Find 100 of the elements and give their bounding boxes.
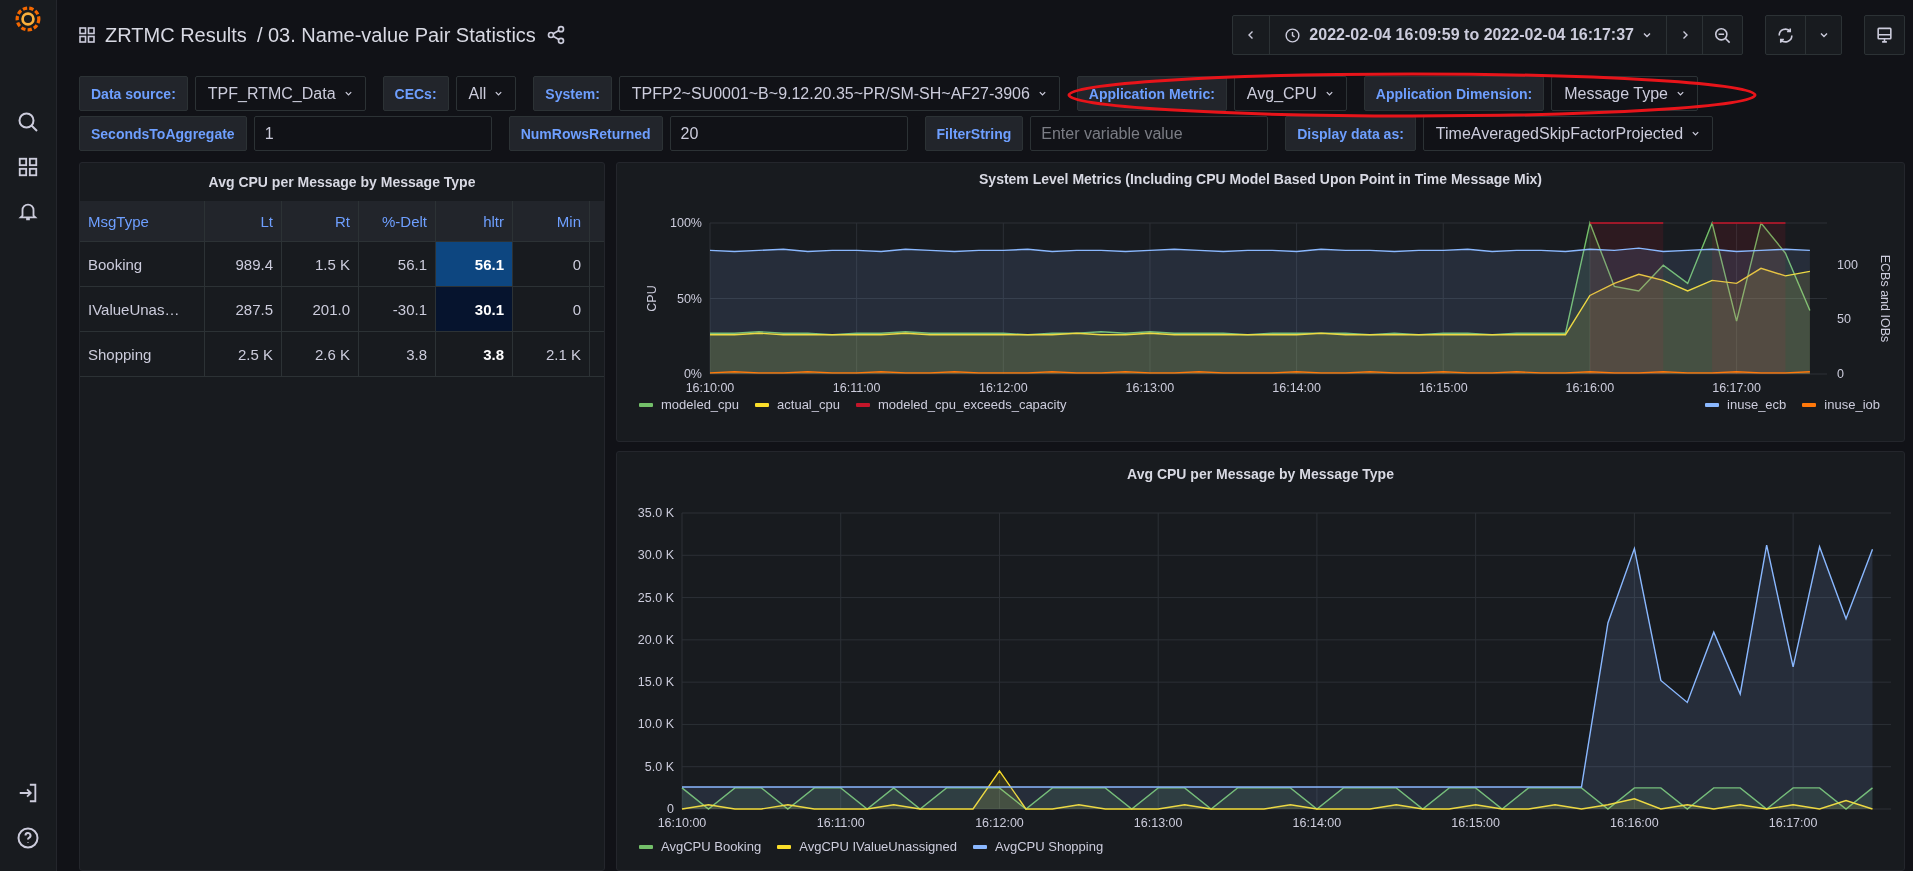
y-axis-label: 0% (683, 367, 702, 381)
variable-dropdown[interactable]: Avg_CPU (1233, 76, 1347, 111)
variable-label: CECs: (382, 76, 449, 111)
y-axis-label: 50% (676, 291, 702, 306)
table-cell: IValueUnas… (80, 286, 205, 332)
panel-title: System Level Metrics (Including CPU Model Based Upon Point in Time Message Mix) (978, 170, 1543, 189)
table-cell: 3.8 (358, 331, 436, 377)
y-axis-title: CPU (645, 285, 659, 312)
monitor-icon (1875, 25, 1894, 45)
variable-dropdown[interactable]: TPF_RTMC_Data (194, 76, 366, 111)
caret-icon (1691, 129, 1701, 138)
x-axis-label: 16:16:00 (1610, 816, 1659, 830)
x-axis-label: 16:14:00 (1272, 381, 1321, 395)
table-cell: 201.0 (281, 286, 359, 332)
variable-input[interactable]: Enter variable value (1030, 116, 1269, 151)
caret-icon (1818, 30, 1829, 40)
caret-icon (1642, 30, 1652, 40)
x-axis-label: 16:12:00 (978, 381, 1028, 395)
y-axis-label: 25.0 K (637, 590, 674, 605)
table-cell: 56.1 (358, 241, 436, 287)
table-cell: -30.1 (358, 286, 436, 332)
table-cell: 30.1 (435, 286, 513, 332)
variable-label: Data source: (79, 76, 188, 111)
table-cell: 2.5 K (204, 331, 282, 377)
column-header[interactable]: MsgType (80, 201, 205, 242)
table-cell: 3.8 (435, 331, 513, 377)
variable-label: FilterString (924, 116, 1024, 151)
y-axis-label: 100% (670, 216, 702, 230)
y-axis-label: 20.0 K (637, 632, 674, 647)
logo-icon[interactable] (15, 6, 41, 32)
x-axis-label: 16:11:00 (832, 381, 881, 395)
x-axis-label: 16:17:00 (1768, 816, 1818, 830)
grid-icon[interactable] (17, 156, 39, 178)
panel-title: Avg CPU per Message by Message Type (1126, 465, 1395, 484)
legend-label[interactable]: AvgCPU Booking (661, 839, 762, 854)
panel-title: Avg CPU per Message by Message Type (207, 173, 477, 192)
y-axis-label: 50 (1837, 312, 1851, 327)
x-axis-label: 16:17:00 (1712, 381, 1761, 395)
variable-input[interactable]: 20 (669, 116, 908, 151)
table-cell: 2.6 K (281, 331, 359, 377)
table-cell: Shopping (80, 331, 205, 377)
x-axis-label: 16:15:00 (1418, 381, 1468, 395)
legend-label[interactable]: AvgCPU Shopping (995, 839, 1104, 854)
caret-icon (1324, 89, 1334, 98)
variable-label: Display data as: (1285, 116, 1416, 151)
x-axis-label: 16:13:00 (1125, 381, 1175, 395)
y-axis-label: 35.0 K (637, 506, 674, 520)
y-axis-label: 15.0 K (637, 675, 674, 690)
y-axis-label: 0 (1837, 367, 1844, 381)
x-axis-label: 16:10:00 (657, 816, 707, 830)
help-icon[interactable] (16, 826, 40, 850)
table-cell: 989.4 (204, 241, 282, 287)
legend-label[interactable]: inuse_ecb (1727, 397, 1787, 412)
table-cell: 0 (512, 241, 590, 287)
column-header[interactable]: hltr (435, 201, 513, 242)
y-axis-label: 100 (1837, 257, 1858, 272)
legend-label[interactable]: actual_cpu (777, 397, 840, 412)
column-header[interactable]: Rt (281, 201, 359, 242)
dashboard-title: / 03. Name-value Pair Statistics (256, 23, 536, 47)
y-axis-label: 0 (667, 802, 674, 816)
column-header[interactable]: Min (512, 201, 590, 242)
table-cell: 2.1 K (512, 331, 590, 377)
variable-dropdown[interactable]: TimeAveragedSkipFactorProjected (1422, 116, 1714, 151)
variable-input[interactable]: 1 (253, 116, 492, 151)
y-axis-label: 5.0 K (644, 759, 674, 774)
variable-dropdown[interactable]: All (455, 76, 517, 111)
table-cell: 56.1 (435, 241, 513, 287)
variable-label: System: (533, 76, 612, 111)
column-header[interactable]: Lt (204, 201, 282, 242)
variable-label: Application Dimension: (1363, 76, 1545, 111)
legend-label[interactable]: inuse_iob (1824, 397, 1880, 412)
grid-icon (79, 27, 95, 43)
legend-label[interactable]: modeled_cpu (661, 397, 740, 412)
x-axis-label: 16:11:00 (816, 816, 865, 830)
x-axis-label: 16:14:00 (1292, 816, 1342, 830)
x-axis-label: 16:15:00 (1451, 816, 1500, 830)
caret-icon (1675, 89, 1685, 98)
caret-icon (494, 89, 504, 98)
legend-label[interactable]: AvgCPU IValueUnassigned (799, 839, 957, 854)
table-cell: 0 (512, 286, 590, 332)
variable-label: SecondsToAggregate (79, 116, 247, 151)
caret-icon (343, 89, 353, 98)
folder-link[interactable]: ZRTMC Results (105, 23, 247, 47)
x-axis-label: 16:10:00 (685, 381, 735, 395)
y-axis-label: 30.0 K (637, 548, 674, 563)
variable-label: NumRowsReturned (508, 116, 663, 151)
x-axis-label: 16:13:00 (1133, 816, 1183, 830)
share-icon[interactable] (545, 25, 566, 45)
y-axis-title: ECBs and IOBs (1878, 254, 1892, 343)
x-axis-label: 16:12:00 (975, 816, 1024, 830)
table-cell: Booking (80, 241, 205, 287)
legend-label[interactable]: modeled_cpu_exceeds_capacity (877, 397, 1067, 412)
zoom-out-icon (1713, 25, 1732, 45)
column-header[interactable]: %-Delt (358, 201, 436, 242)
search-icon[interactable] (16, 110, 40, 134)
table-cell: 287.5 (204, 286, 282, 332)
sign-in-icon[interactable] (17, 782, 39, 804)
variable-dropdown[interactable]: TPFP2~SU0001~B~9.12.20.35~PR/SM-SH~AF27-3906 (618, 76, 1060, 111)
refresh-icon (1776, 25, 1795, 45)
caret-icon (1037, 89, 1047, 98)
